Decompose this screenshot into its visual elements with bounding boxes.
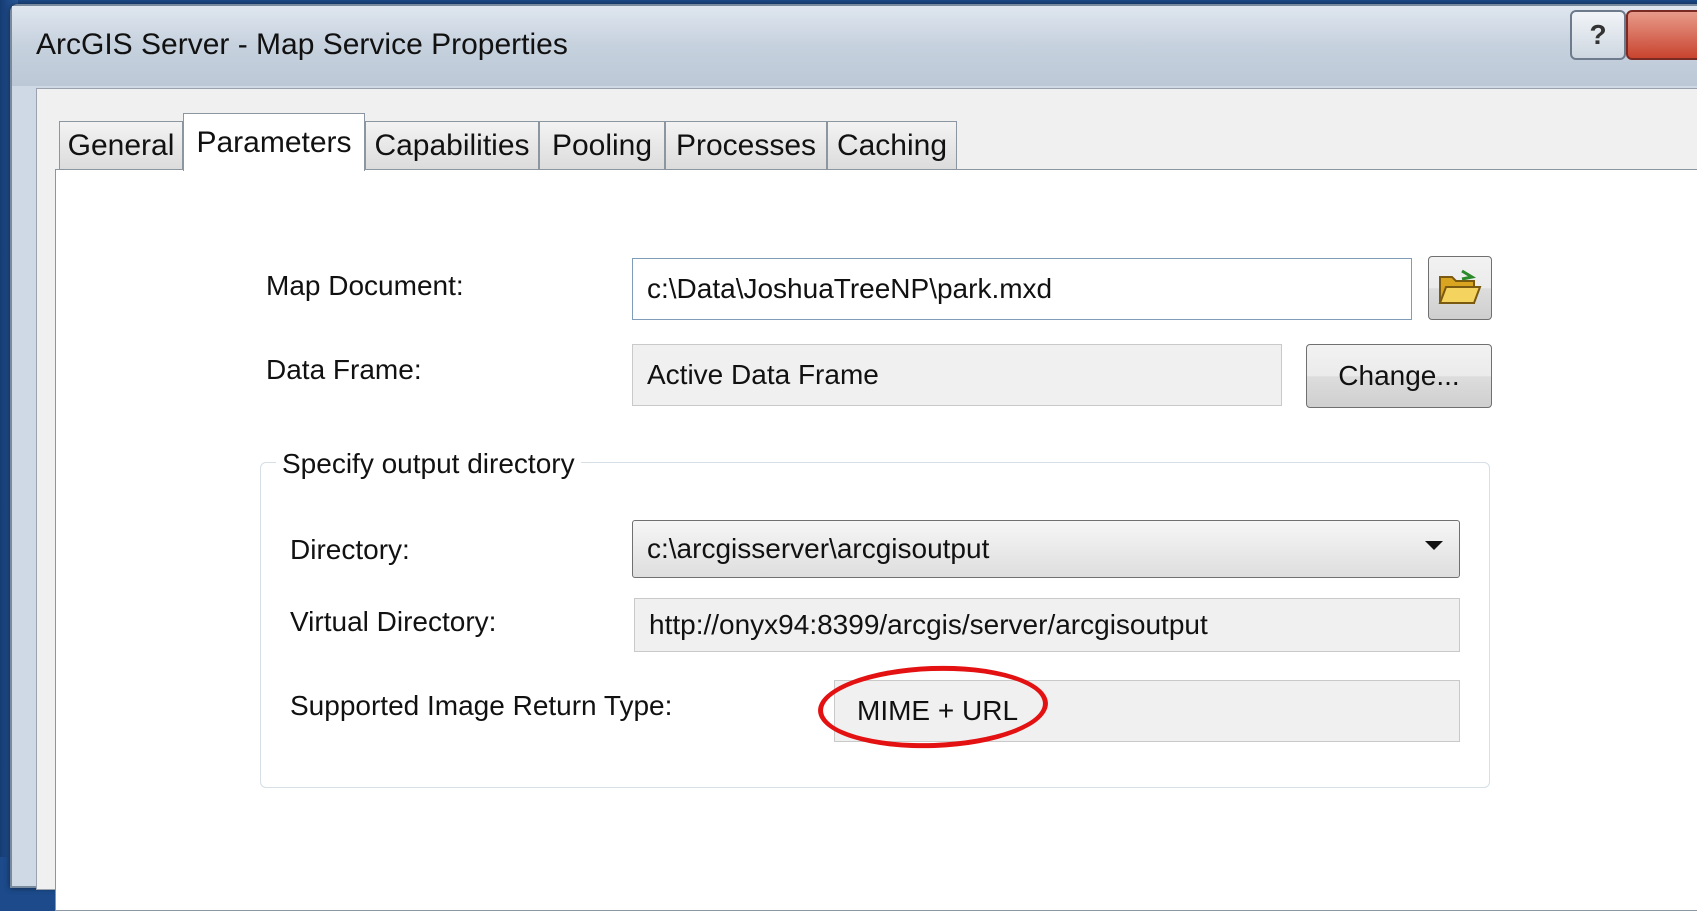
help-button[interactable]: ? (1570, 10, 1626, 60)
directory-label: Directory: (290, 534, 410, 565)
close-button[interactable] (1626, 10, 1697, 60)
tab-pooling[interactable]: Pooling (539, 121, 665, 169)
data-frame-label: Data Frame: (266, 354, 422, 385)
parameters-panel: Map Document: c:\Data\JoshuaTreeNP\park.… (55, 169, 1697, 911)
title-bar[interactable]: ArcGIS Server - Map Service Properties ? (12, 6, 1697, 86)
image-return-type-label: Supported Image Return Type: (290, 690, 673, 721)
dialog-client-area: General Parameters Capabilities Pooling … (36, 88, 1697, 911)
chevron-down-icon[interactable] (1425, 541, 1443, 550)
directory-select[interactable]: c:\arcgisserver\arcgisoutput (632, 520, 1460, 578)
tab-capabilities[interactable]: Capabilities (365, 121, 539, 169)
help-icon: ? (1589, 19, 1607, 50)
map-document-input[interactable]: c:\Data\JoshuaTreeNP\park.mxd (632, 258, 1412, 320)
virtual-directory-field: http://onyx94:8399/arcgis/server/arcgiso… (634, 598, 1460, 652)
change-button[interactable]: Change... (1306, 344, 1492, 408)
tab-caching[interactable]: Caching (827, 121, 957, 169)
tab-general[interactable]: General (59, 121, 183, 169)
tab-parameters[interactable]: Parameters (183, 113, 365, 171)
window-title: ArcGIS Server - Map Service Properties (36, 28, 568, 61)
directory-select-value: c:\arcgisserver\arcgisoutput (647, 533, 990, 564)
output-directory-caption: Specify output directory (276, 448, 581, 480)
tab-processes[interactable]: Processes (665, 121, 827, 169)
map-document-label: Map Document: (266, 270, 464, 301)
virtual-directory-label: Virtual Directory: (290, 606, 497, 637)
browse-button[interactable] (1428, 256, 1492, 320)
properties-dialog: ArcGIS Server - Map Service Properties ?… (10, 4, 1697, 911)
open-folder-icon (1438, 269, 1482, 304)
data-frame-field: Active Data Frame (632, 344, 1282, 406)
